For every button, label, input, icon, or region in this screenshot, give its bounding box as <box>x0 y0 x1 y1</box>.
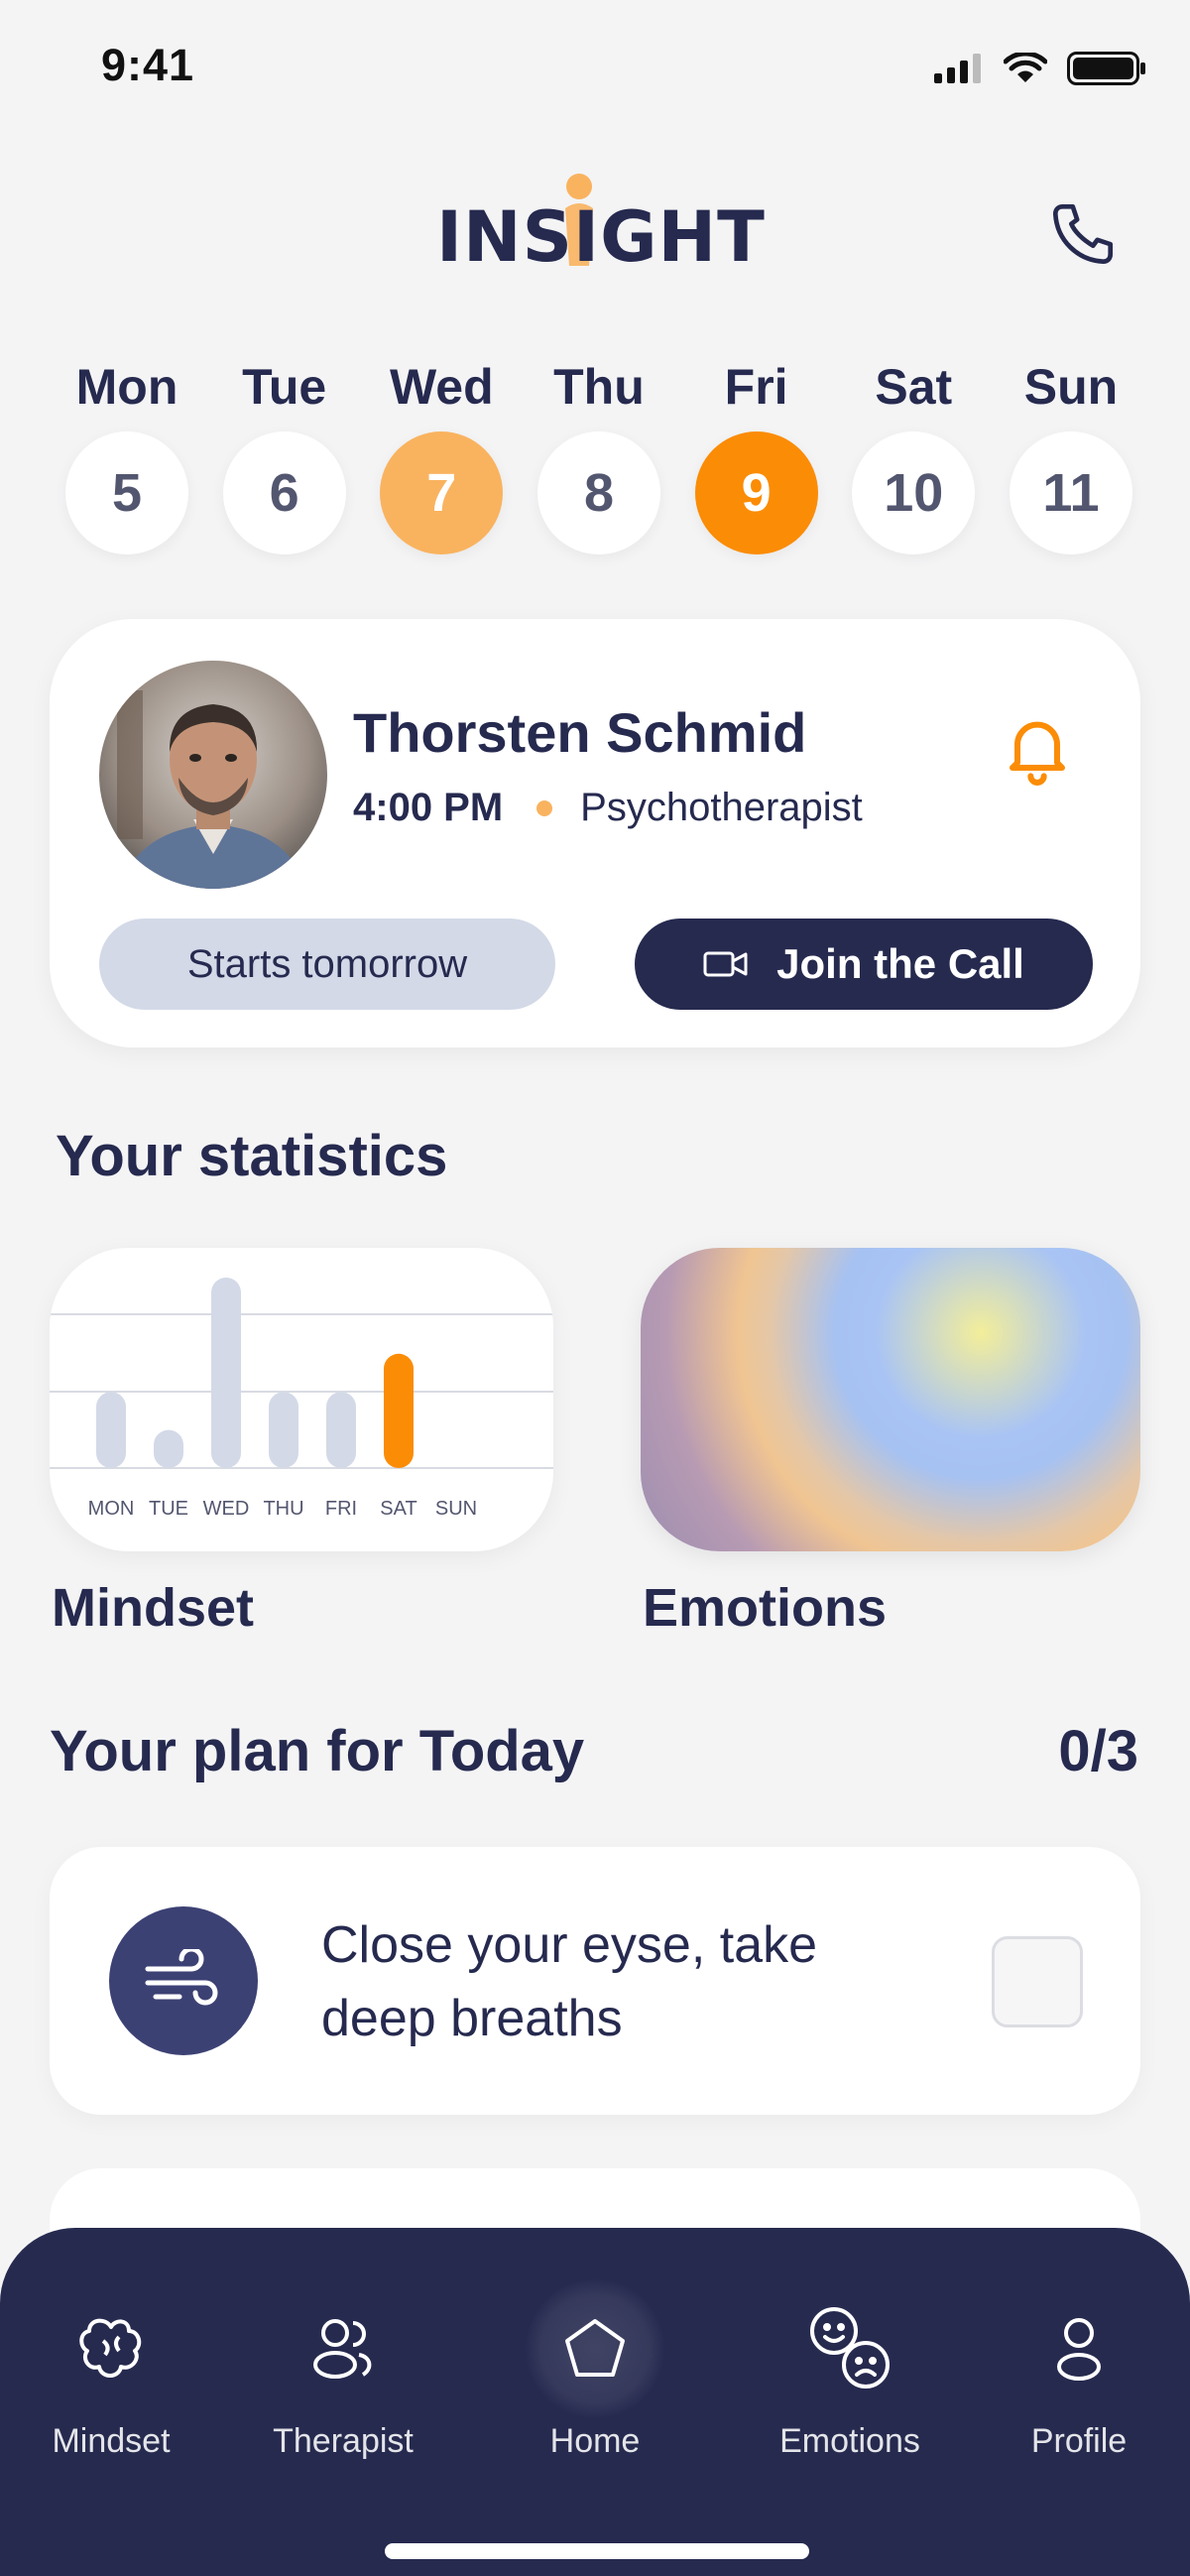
day-number[interactable]: 10 <box>852 431 976 554</box>
reminder-bell-button[interactable] <box>998 708 1077 788</box>
mindset-label: Mindset <box>52 1578 255 1638</box>
day-name: Fri <box>724 359 788 415</box>
bottom-navigation: Mindset Therapist Home Emotions Profile <box>0 2228 1190 2576</box>
chart-bar-tue <box>154 1429 183 1468</box>
user-icon <box>1057 2318 1101 2381</box>
nav-item-profile[interactable]: Profile <box>970 2279 1188 2461</box>
day-name: Tue <box>242 359 327 415</box>
day-number[interactable]: 6 <box>222 431 346 554</box>
chart-tick-label: TUE <box>149 1498 188 1520</box>
day-tue[interactable]: Tue 6 <box>221 352 348 554</box>
day-fri[interactable]: Fri 9 <box>693 352 820 554</box>
nav-label: Emotions <box>779 2422 920 2460</box>
task-checkbox[interactable] <box>992 1936 1083 2027</box>
nav-icon-wrap-active <box>526 2279 664 2418</box>
task-card[interactable]: Close your eyse, take deep breaths <box>50 1847 1140 2115</box>
session-card: Thorsten Schmid 4:00 PM Psychotherapist … <box>50 619 1140 1047</box>
chart-tick-label: THU <box>263 1498 303 1520</box>
day-name: Sun <box>1023 359 1119 415</box>
cellular-signal-icon <box>934 54 981 83</box>
nav-label: Profile <box>1030 2422 1128 2460</box>
day-sun[interactable]: Sun 11 <box>1008 352 1134 554</box>
nav-icon-wrap <box>42 2279 180 2418</box>
day-name: Sat <box>875 359 953 415</box>
nav-icon-wrap <box>274 2279 413 2418</box>
users-icon <box>313 2319 372 2379</box>
chart-tick-label: FRI <box>325 1498 357 1520</box>
nav-label: Home <box>549 2422 641 2460</box>
wind-icon <box>145 1949 218 2006</box>
chart-bar-wed <box>211 1278 241 1468</box>
bell-icon <box>1010 721 1065 786</box>
mindset-chart-card[interactable]: MON TUE WED THU FRI SAT SUN <box>50 1248 553 1551</box>
therapist-role: Psychotherapist <box>580 786 863 829</box>
nav-icon-wrap <box>780 2279 919 2418</box>
home-pentagon-icon <box>565 2319 625 2377</box>
day-number[interactable]: 11 <box>1009 431 1132 554</box>
brain-icon <box>79 2318 142 2378</box>
app-logo: INSIGHT <box>436 169 765 278</box>
starts-tomorrow-button[interactable]: Starts tomorrow <box>99 919 555 1010</box>
day-name: Mon <box>75 359 178 415</box>
emotions-label: Emotions <box>643 1578 888 1638</box>
chart-tick-label: SAT <box>380 1498 416 1520</box>
battery-icon <box>1067 52 1145 85</box>
emotions-gradient-card[interactable] <box>641 1248 1140 1551</box>
logo-text: INSIGHT <box>436 196 766 278</box>
phone-icon <box>1052 203 1114 265</box>
task-text: Close your eyse, take deep breaths <box>321 1916 818 2047</box>
task-icon-circle <box>109 1906 258 2055</box>
status-icons <box>934 52 1146 85</box>
statistics-title: Your statistics <box>56 1124 448 1188</box>
therapist-name: Thorsten Schmid <box>353 701 807 764</box>
therapist-avatar <box>99 661 327 889</box>
plan-title: Your plan for Today <box>50 1719 585 1783</box>
chart-tick-label: WED <box>203 1498 250 1520</box>
join-call-button[interactable]: Join the Call <box>635 919 1093 1010</box>
status-time: 9:41 <box>101 40 195 90</box>
day-thu[interactable]: Thu 8 <box>536 352 662 554</box>
chart-tick-label: MON <box>88 1498 135 1520</box>
day-sat[interactable]: Sat 10 <box>850 352 977 554</box>
chart-bar-thu <box>269 1392 298 1468</box>
day-mon[interactable]: Mon 5 <box>63 352 190 554</box>
day-name: Thu <box>553 359 645 415</box>
day-number[interactable]: 7 <box>380 431 504 554</box>
chart-bar-sat <box>384 1353 414 1468</box>
mindset-bar-chart: MON TUE WED THU FRI SAT SUN <box>50 1278 553 1520</box>
day-number[interactable]: 5 <box>65 431 188 554</box>
join-call-label: Join the Call <box>776 940 1024 987</box>
home-indicator <box>385 2543 809 2559</box>
nav-item-therapist[interactable]: Therapist <box>234 2279 452 2461</box>
status-bar: 9:41 <box>0 0 1190 139</box>
nav-icon-wrap <box>1010 2279 1148 2418</box>
nav-item-mindset[interactable]: Mindset <box>2 2279 220 2461</box>
chart-bar-mon <box>96 1392 126 1468</box>
phone-button[interactable] <box>1043 194 1123 274</box>
day-wed[interactable]: Wed 7 <box>378 352 505 554</box>
day-number-selected[interactable]: 9 <box>694 431 818 554</box>
nav-label: Therapist <box>273 2422 414 2460</box>
day-number[interactable]: 8 <box>536 431 660 554</box>
video-camera-icon <box>703 951 748 977</box>
meta-separator-dot <box>536 799 553 816</box>
day-name: Wed <box>389 359 494 415</box>
nav-item-home[interactable]: Home <box>486 2279 704 2461</box>
plan-progress-count: 0/3 <box>1058 1719 1138 1783</box>
nav-label: Mindset <box>52 2422 171 2460</box>
session-time: 4:00 PM <box>353 786 504 829</box>
nav-item-emotions[interactable]: Emotions <box>741 2279 959 2461</box>
chart-bar-fri <box>326 1392 356 1468</box>
chart-tick-label: SUN <box>435 1498 477 1520</box>
week-selector: Mon 5 Tue 6 Wed 7 Thu 8 Fri 9 Sat 10 Sun… <box>63 352 1134 554</box>
wifi-icon <box>1004 53 1047 82</box>
emotions-faces-icon <box>810 2307 890 2389</box>
session-meta: 4:00 PM Psychotherapist <box>353 786 863 830</box>
